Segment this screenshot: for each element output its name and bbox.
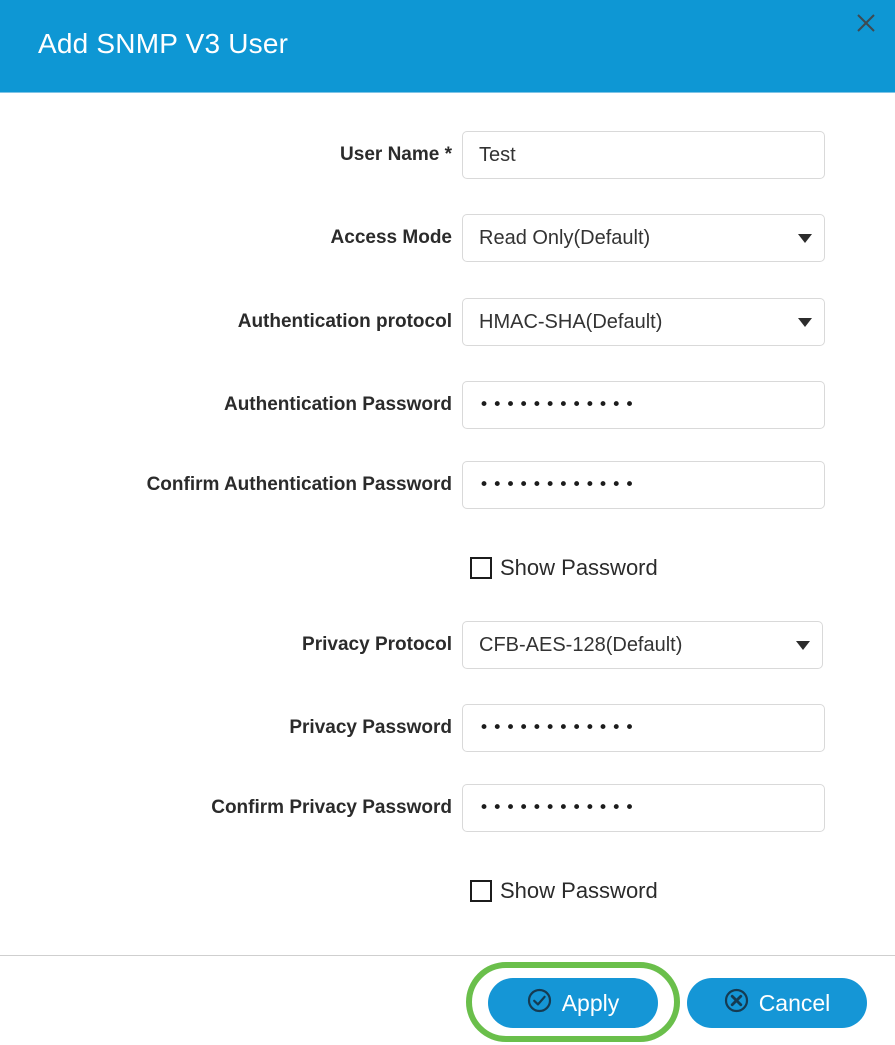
label-user-name: User Name * (340, 143, 452, 165)
apply-button-label: Apply (561, 989, 620, 1016)
field-row-confirm-authentication-password: Confirm Authentication Password ••••••••… (0, 461, 895, 509)
label-authentication-protocol: Authentication protocol (237, 310, 452, 332)
control-user-name (462, 131, 825, 179)
authentication-protocol-value: HMAC-SHA(Default) (479, 310, 663, 333)
field-row-user-name: User Name * (0, 131, 895, 179)
label-confirm-authentication-password: Confirm Authentication Password (146, 473, 452, 495)
add-snmp-v3-user-dialog: Add SNMP V3 User User Name * Access Mode… (0, 0, 895, 1045)
control-access-mode: Read Only(Default) (462, 214, 825, 262)
dialog-form: User Name * Access Mode Read Only(Defaul… (0, 93, 895, 1045)
chevron-down-icon (798, 233, 812, 243)
access-mode-value: Read Only(Default) (479, 226, 651, 249)
control-privacy-protocol: CFB-AES-128(Default) (462, 621, 823, 669)
field-row-privacy-password: Privacy Password •••••••••••• (0, 704, 895, 752)
confirm-privacy-password-input[interactable]: •••••••••••• (462, 784, 825, 832)
control-confirm-authentication-password: •••••••••••• (462, 461, 825, 509)
label-authentication-password: Authentication Password (223, 393, 452, 415)
dialog-footer: Apply Cancel (0, 955, 895, 1045)
authentication-protocol-select[interactable]: HMAC-SHA(Default) (462, 298, 825, 346)
privacy-protocol-value: CFB-AES-128(Default) (479, 633, 683, 656)
user-name-input[interactable] (462, 131, 825, 179)
confirm-authentication-password-input[interactable]: •••••••••••• (462, 461, 825, 509)
privacy-password-input[interactable]: •••••••••••• (462, 704, 825, 752)
field-row-privacy-protocol: Privacy Protocol CFB-AES-128(Default) (0, 621, 895, 669)
field-row-confirm-privacy-password: Confirm Privacy Password •••••••••••• (0, 784, 895, 832)
close-icon[interactable] (849, 6, 883, 40)
field-row-authentication-protocol: Authentication protocol HMAC-SHA(Default… (0, 298, 895, 346)
access-mode-select[interactable]: Read Only(Default) (462, 214, 825, 262)
show-password-auth-row: Show Password (0, 553, 895, 583)
control-privacy-password: •••••••••••• (462, 704, 825, 752)
privacy-protocol-select[interactable]: CFB-AES-128(Default) (462, 621, 823, 669)
control-authentication-password: •••••••••••• (462, 381, 825, 429)
show-password-auth-label[interactable]: Show Password (500, 555, 658, 581)
label-access-mode: Access Mode (330, 226, 452, 248)
label-confirm-privacy-password: Confirm Privacy Password (211, 796, 452, 818)
dialog-header: Add SNMP V3 User (0, 0, 895, 93)
chevron-down-icon (798, 317, 812, 327)
show-password-privacy-label[interactable]: Show Password (500, 878, 658, 904)
field-row-access-mode: Access Mode Read Only(Default) (0, 214, 895, 262)
show-password-auth-checkbox[interactable] (470, 557, 492, 579)
apply-button[interactable]: Apply (488, 978, 658, 1028)
x-circle-icon (724, 988, 749, 1019)
cancel-button[interactable]: Cancel (687, 978, 867, 1028)
show-password-privacy-row: Show Password (0, 876, 895, 906)
check-circle-icon (527, 988, 552, 1019)
show-password-privacy-checkbox[interactable] (470, 880, 492, 902)
cancel-button-label: Cancel (758, 989, 831, 1016)
control-confirm-privacy-password: •••••••••••• (462, 784, 825, 832)
label-privacy-protocol: Privacy Protocol (302, 633, 452, 655)
control-authentication-protocol: HMAC-SHA(Default) (462, 298, 825, 346)
field-row-authentication-password: Authentication Password •••••••••••• (0, 381, 895, 429)
chevron-down-icon (796, 640, 810, 650)
label-privacy-password: Privacy Password (289, 716, 452, 738)
dialog-title: Add SNMP V3 User (38, 28, 289, 59)
authentication-password-input[interactable]: •••••••••••• (462, 381, 825, 429)
